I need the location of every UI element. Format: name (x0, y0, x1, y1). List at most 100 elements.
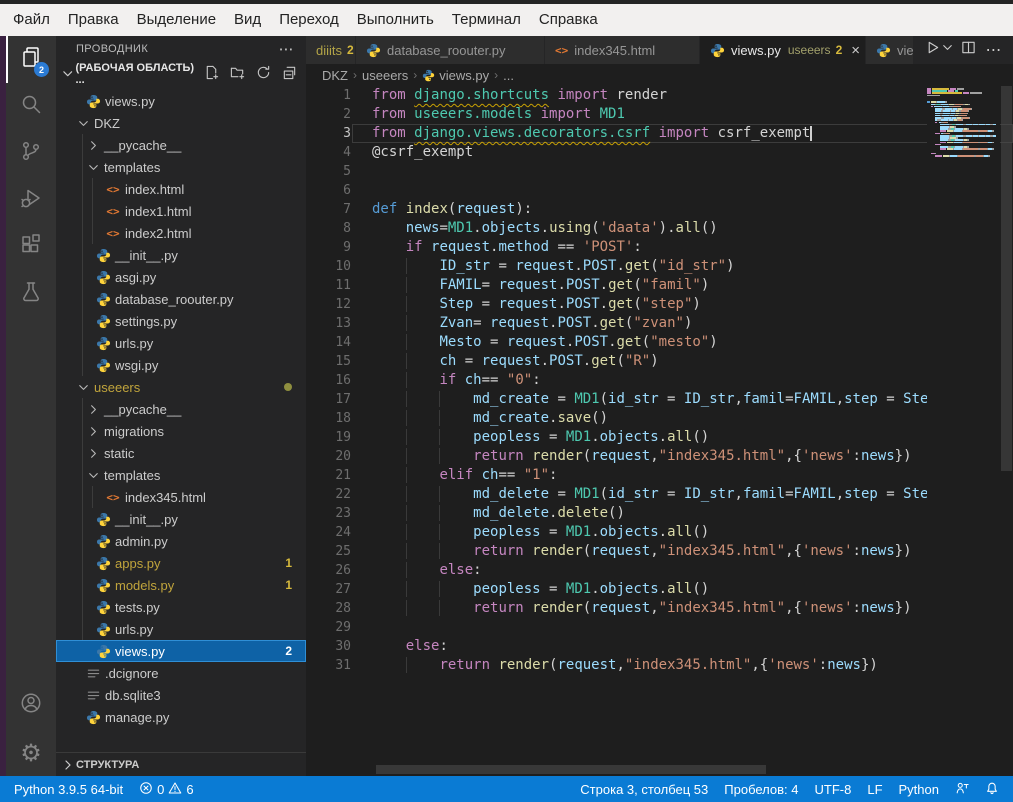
tree-folder-migrations[interactable]: migrations (56, 420, 306, 442)
tree-file-index.html[interactable]: <>index.html (56, 178, 306, 200)
activity-testing[interactable] (6, 271, 56, 318)
code-line-17[interactable]: 17 md_create = MD1(id_str = ID_str,famil… (306, 390, 1013, 409)
code-line-29[interactable]: 29 (306, 618, 1013, 637)
code-line-10[interactable]: 10 ID_str = request.POST.get("id_str") (306, 257, 1013, 276)
breadcrumb-item-views.py[interactable]: views.py (422, 68, 489, 83)
minimap[interactable] (927, 86, 1000, 776)
tab-index345.html[interactable]: <>index345.html (545, 36, 700, 64)
code-line-25[interactable]: 25 return render(request,"index345.html"… (306, 542, 1013, 561)
tree-file-asgi.py[interactable]: asgi.py (56, 266, 306, 288)
editor-code-area[interactable]: 1from django.shortcuts import render2fro… (306, 86, 1013, 776)
split-editor-button[interactable] (957, 39, 979, 61)
code-line-11[interactable]: 11 FAMIL= request.POST.get("famil") (306, 276, 1013, 295)
new-file-button[interactable] (202, 65, 220, 83)
tree-file-index2.html[interactable]: <>index2.html (56, 222, 306, 244)
code-line-9[interactable]: 9 if request.method == 'POST': (306, 238, 1013, 257)
status-problems[interactable]: 06 (131, 776, 201, 802)
menu-item-2[interactable]: Выделение (128, 4, 225, 36)
code-line-1[interactable]: 1from django.shortcuts import render (306, 86, 1013, 105)
tree-file-__init__.py[interactable]: __init__.py (56, 244, 306, 266)
code-line-20[interactable]: 20 return render(request,"index345.html"… (306, 447, 1013, 466)
status-encoding[interactable]: UTF-8 (807, 776, 860, 802)
new-folder-button[interactable] (228, 65, 246, 83)
tree-file-views.py[interactable]: views.py2 (56, 640, 306, 662)
status-language-mode[interactable]: Python (891, 776, 947, 802)
code-line-8[interactable]: 8 news=MD1.objects.using('daata').all() (306, 219, 1013, 238)
breadcrumb-item-useeers[interactable]: useeers (362, 68, 408, 83)
code-line-15[interactable]: 15 ch = request.POST.get("R") (306, 352, 1013, 371)
code-line-28[interactable]: 28 return render(request,"index345.html"… (306, 599, 1013, 618)
code-line-31[interactable]: 31 return render(request,"index345.html"… (306, 656, 1013, 675)
tab-vie[interactable]: vie (866, 36, 914, 64)
menu-item-4[interactable]: Переход (270, 4, 348, 36)
tree-folder-templates[interactable]: templates (56, 156, 306, 178)
code-line-19[interactable]: 19 peopless = MD1.objects.all() (306, 428, 1013, 447)
vertical-scrollbar[interactable] (1000, 86, 1013, 776)
menu-item-7[interactable]: Справка (530, 4, 607, 36)
code-line-7[interactable]: 7def index(request): (306, 200, 1013, 219)
breadcrumb-item-...[interactable]: ... (503, 68, 514, 83)
code-content[interactable]: 1from django.shortcuts import render2fro… (306, 86, 1013, 675)
outline-section-header[interactable]: СТРУКТУРА (56, 752, 306, 776)
sidebar-more-actions-icon[interactable]: ⋯ (279, 40, 294, 58)
tree-folder-__pycache__[interactable]: __pycache__ (56, 398, 306, 420)
code-line-23[interactable]: 23 md_delete.delete() (306, 504, 1013, 523)
tree-folder-templates[interactable]: templates (56, 464, 306, 486)
tab-database_roouter.py[interactable]: database_roouter.py (356, 36, 545, 64)
tree-file-admin.py[interactable]: admin.py (56, 530, 306, 552)
close-icon[interactable]: × (851, 43, 860, 58)
tree-file-tests.py[interactable]: tests.py (56, 596, 306, 618)
code-line-30[interactable]: 30 else: (306, 637, 1013, 656)
tree-file-__init__.py[interactable]: __init__.py (56, 508, 306, 530)
tree-file-urls.py[interactable]: urls.py (56, 618, 306, 640)
more-actions-button[interactable]: ⋯ (983, 39, 1005, 61)
status-feedback[interactable] (947, 776, 977, 802)
code-line-6[interactable]: 6 (306, 181, 1013, 200)
collapse-all-button[interactable] (280, 65, 298, 83)
tree-folder-static[interactable]: static (56, 442, 306, 464)
code-line-4[interactable]: 4@csrf_exempt (306, 143, 1013, 162)
vertical-scrollbar-thumb[interactable] (1001, 86, 1012, 471)
menu-item-0[interactable]: Файл (4, 4, 59, 36)
horizontal-scrollbar[interactable] (352, 765, 927, 775)
activity-run-and-debug[interactable] (6, 177, 56, 224)
code-line-26[interactable]: 26 else: (306, 561, 1013, 580)
breadcrumb-item-DKZ[interactable]: DKZ (322, 68, 348, 83)
tree-file-.dcignore[interactable]: .dcignore (56, 662, 306, 684)
code-line-18[interactable]: 18 md_create.save() (306, 409, 1013, 428)
tree-file-index345.html[interactable]: <>index345.html (56, 486, 306, 508)
code-line-27[interactable]: 27 peopless = MD1.objects.all() (306, 580, 1013, 599)
tab-diiits[interactable]: diiits2 (306, 36, 356, 64)
activity-settings[interactable]: ⚙ (6, 729, 56, 776)
menu-item-3[interactable]: Вид (225, 4, 270, 36)
tree-file-urls.py[interactable]: urls.py (56, 332, 306, 354)
activity-accounts[interactable] (6, 682, 56, 729)
activity-explorer[interactable]: 2 (6, 36, 56, 83)
code-line-16[interactable]: 16 if ch== "0": (306, 371, 1013, 390)
status-python-interpreter[interactable]: Python 3.9.5 64-bit (6, 776, 131, 802)
tab-views.py[interactable]: views.pyuseeers2× (700, 36, 866, 64)
tree-file-database_roouter.py[interactable]: database_roouter.py (56, 288, 306, 310)
code-line-3[interactable]: 3from django.views.decorators.csrf impor… (306, 124, 1013, 143)
status-notifications[interactable] (977, 776, 1007, 802)
menu-item-6[interactable]: Терминал (443, 4, 530, 36)
workspace-section-header[interactable]: (РАБОЧАЯ ОБЛАСТЬ) ... (56, 62, 306, 86)
code-line-13[interactable]: 13 Zvan= request.POST.get("zvan") (306, 314, 1013, 333)
code-line-22[interactable]: 22 md_delete = MD1(id_str = ID_str,famil… (306, 485, 1013, 504)
status-eol[interactable]: LF (859, 776, 890, 802)
horizontal-scrollbar-thumb[interactable] (376, 765, 766, 774)
code-line-5[interactable]: 5 (306, 162, 1013, 181)
tree-file-manage.py[interactable]: manage.py (56, 706, 306, 728)
tree-file-wsgi.py[interactable]: wsgi.py (56, 354, 306, 376)
activity-extensions[interactable] (6, 224, 56, 271)
menu-item-1[interactable]: Правка (59, 4, 128, 36)
activity-source-control[interactable] (6, 130, 56, 177)
tree-file-db.sqlite3[interactable]: db.sqlite3 (56, 684, 306, 706)
menu-item-5[interactable]: Выполнить (348, 4, 443, 36)
tree-folder-DKZ[interactable]: DKZ (56, 112, 306, 134)
status-indentation[interactable]: Пробелов: 4 (716, 776, 806, 802)
code-line-24[interactable]: 24 peopless = MD1.objects.all() (306, 523, 1013, 542)
tree-folder-__pycache__[interactable]: __pycache__ (56, 134, 306, 156)
code-line-14[interactable]: 14 Mesto = request.POST.get("mesto") (306, 333, 1013, 352)
code-line-21[interactable]: 21 elif ch== "1": (306, 466, 1013, 485)
